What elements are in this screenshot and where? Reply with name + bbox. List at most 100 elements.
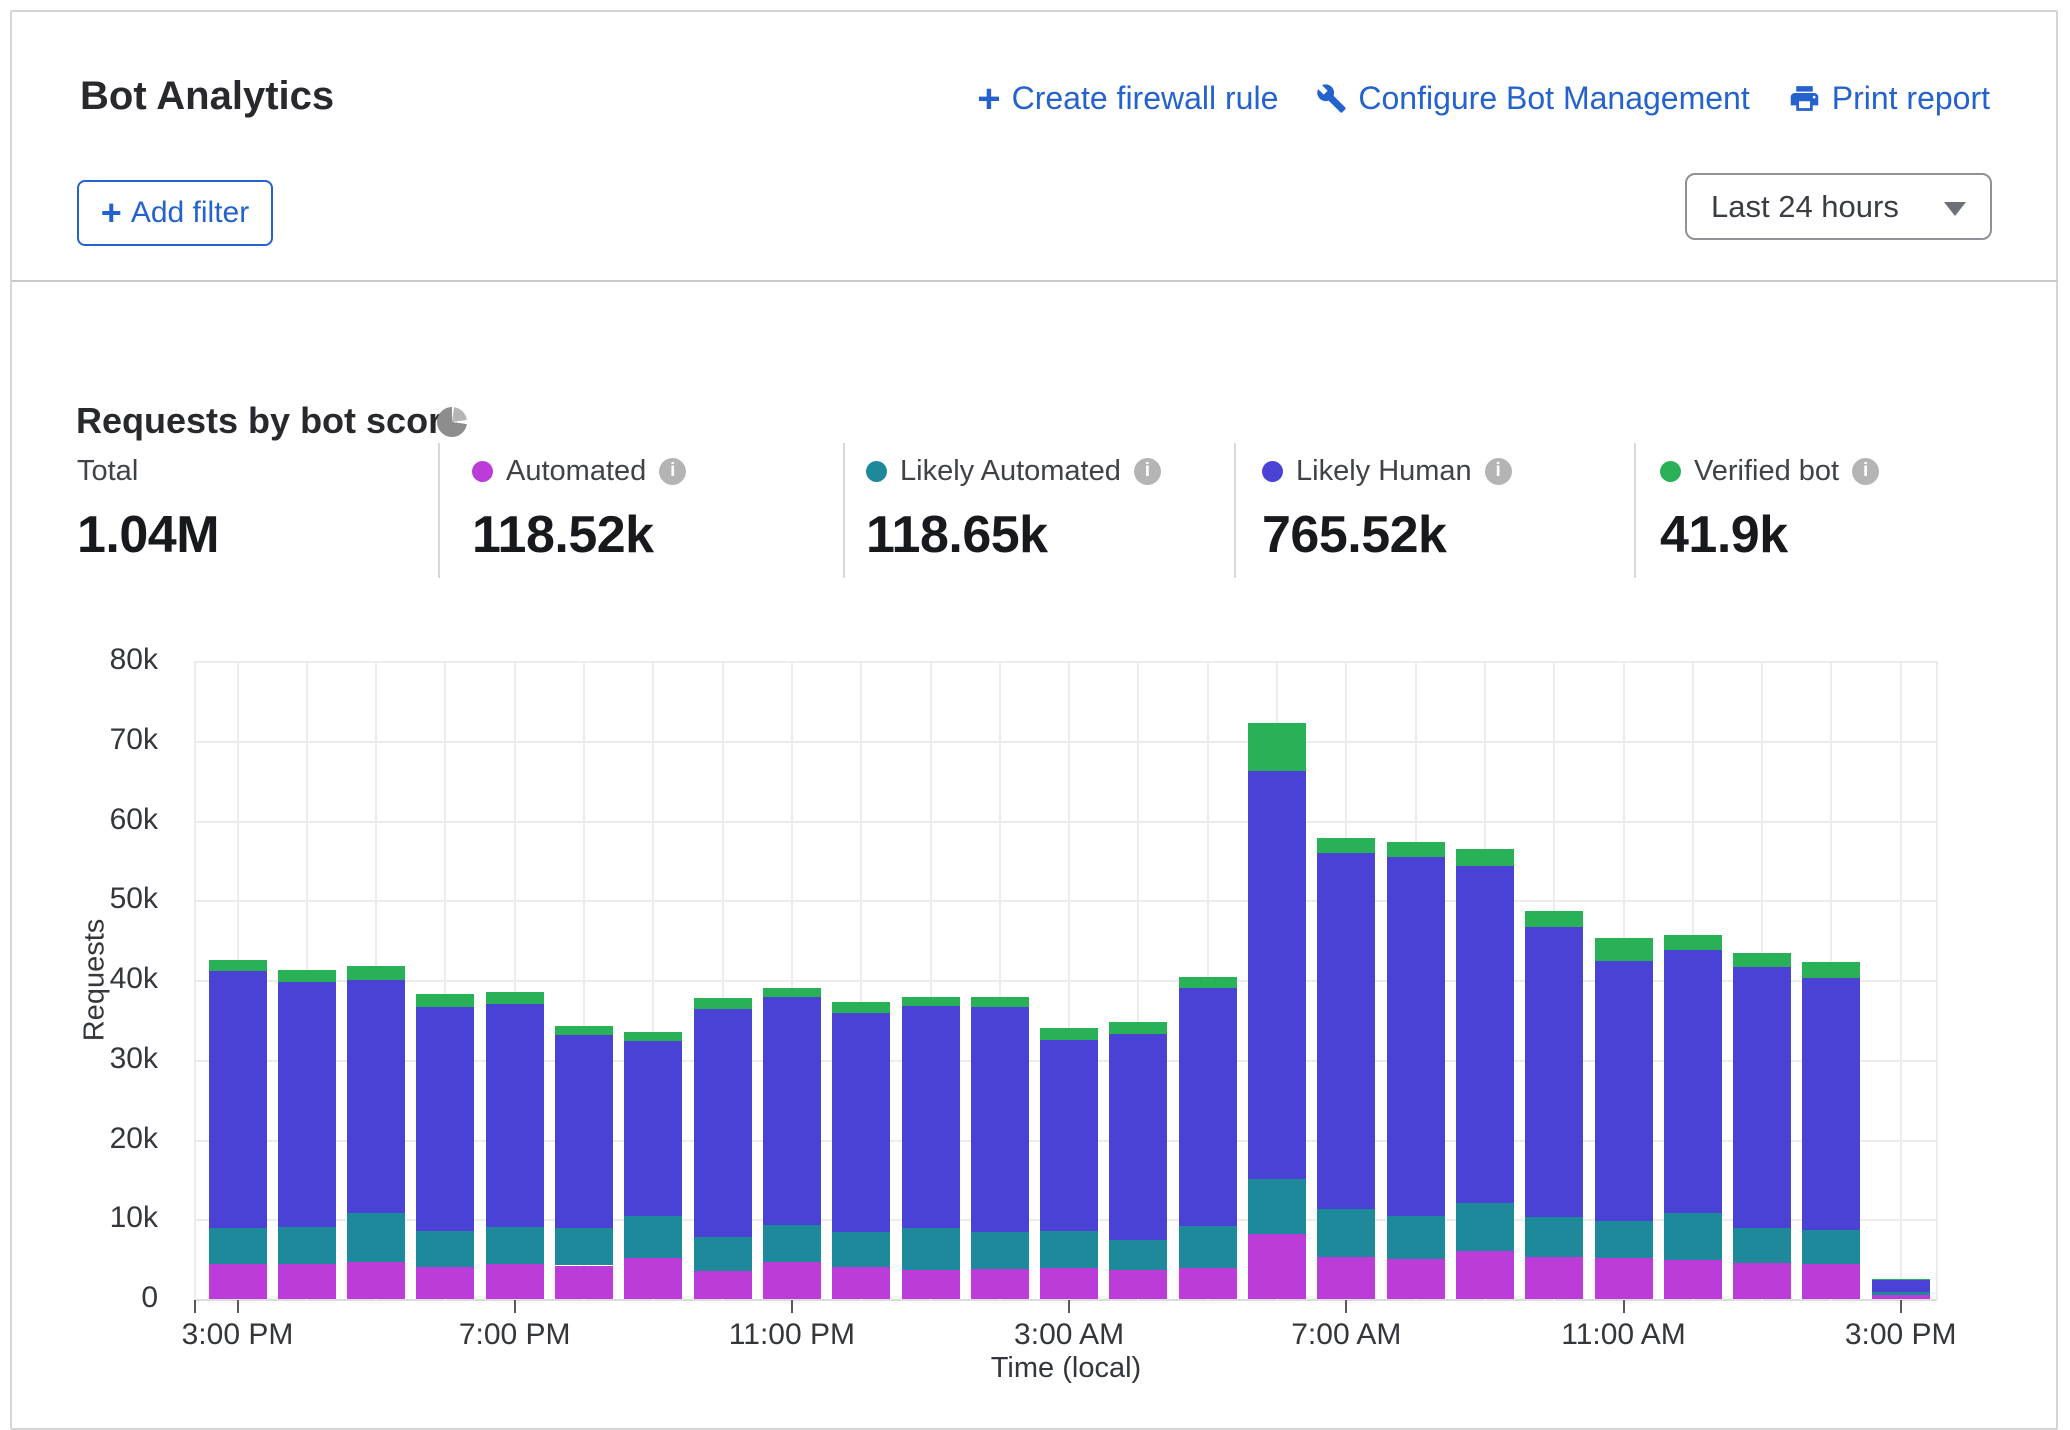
bar-segment[interactable] (1040, 1028, 1098, 1040)
bar-segment[interactable] (1664, 1260, 1722, 1299)
bar-segment[interactable] (763, 1262, 821, 1299)
bar-segment[interactable] (971, 1232, 1029, 1269)
bar-segment[interactable] (902, 997, 960, 1007)
bar-segment[interactable] (1733, 1263, 1791, 1299)
bar-segment[interactable] (1387, 857, 1445, 1216)
bar-segment[interactable] (1595, 1221, 1653, 1258)
bar-segment[interactable] (1664, 1213, 1722, 1260)
bar-segment[interactable] (832, 1013, 890, 1232)
bar-segment[interactable] (1525, 1257, 1583, 1299)
bar-segment[interactable] (1248, 1179, 1306, 1234)
info-icon[interactable]: i (1134, 458, 1161, 485)
bar-segment[interactable] (347, 966, 405, 980)
bar-segment[interactable] (555, 1228, 613, 1265)
bar-segment[interactable] (486, 1227, 544, 1264)
bar-segment[interactable] (694, 1271, 752, 1299)
bar-segment[interactable] (1109, 1240, 1167, 1270)
bar-segment[interactable] (416, 1007, 474, 1231)
bar-segment[interactable] (902, 1228, 960, 1270)
bar-segment[interactable] (486, 1264, 544, 1299)
bar-segment[interactable] (1179, 1226, 1237, 1268)
bar-segment[interactable] (694, 1009, 752, 1237)
bar-segment[interactable] (624, 1032, 682, 1041)
bar-segment[interactable] (1802, 962, 1860, 978)
bar-segment[interactable] (278, 1227, 336, 1263)
bar-segment[interactable] (347, 980, 405, 1213)
bar-segment[interactable] (486, 992, 544, 1004)
create-firewall-rule-link[interactable]: + Create firewall rule (977, 80, 1278, 117)
bar-segment[interactable] (1317, 838, 1375, 853)
bar-segment[interactable] (1317, 1209, 1375, 1257)
info-icon[interactable]: i (1485, 458, 1512, 485)
bar-segment[interactable] (1109, 1034, 1167, 1240)
bar-segment[interactable] (555, 1266, 613, 1299)
bar-segment[interactable] (1872, 1280, 1930, 1292)
bar-segment[interactable] (902, 1006, 960, 1228)
bar-segment[interactable] (486, 1004, 544, 1227)
bar-segment[interactable] (1248, 771, 1306, 1179)
bar-segment[interactable] (624, 1041, 682, 1216)
bar-segment[interactable] (1109, 1270, 1167, 1299)
bar-segment[interactable] (1179, 1268, 1237, 1299)
bar-segment[interactable] (1595, 961, 1653, 1221)
bar-segment[interactable] (832, 1232, 890, 1267)
bar-segment[interactable] (1872, 1295, 1930, 1299)
info-icon[interactable]: i (1852, 458, 1879, 485)
bar-segment[interactable] (416, 1267, 474, 1299)
bar-segment[interactable] (624, 1216, 682, 1257)
bar-segment[interactable] (1733, 1228, 1791, 1263)
bar-segment[interactable] (1456, 849, 1514, 866)
time-range-dropdown[interactable]: Last 24 hours (1685, 173, 1992, 240)
bar-segment[interactable] (209, 1228, 267, 1264)
bar-segment[interactable] (1248, 723, 1306, 771)
bar-segment[interactable] (209, 1264, 267, 1299)
bar-segment[interactable] (763, 997, 821, 1225)
bar-segment[interactable] (1317, 1257, 1375, 1299)
bar-segment[interactable] (971, 1007, 1029, 1232)
bar-segment[interactable] (1802, 1230, 1860, 1263)
bar-segment[interactable] (1109, 1022, 1167, 1034)
bar-segment[interactable] (1456, 1251, 1514, 1299)
bar-segment[interactable] (1595, 938, 1653, 961)
bar-segment[interactable] (1872, 1279, 1930, 1280)
bar-segment[interactable] (209, 971, 267, 1228)
bar-segment[interactable] (1387, 842, 1445, 857)
bar-segment[interactable] (1525, 1217, 1583, 1257)
bar-segment[interactable] (1664, 950, 1722, 1213)
bar-segment[interactable] (1179, 988, 1237, 1226)
bar-segment[interactable] (1872, 1292, 1930, 1295)
bar-segment[interactable] (278, 970, 336, 983)
bar-segment[interactable] (1664, 935, 1722, 949)
bar-segment[interactable] (1387, 1259, 1445, 1299)
bar-segment[interactable] (832, 1267, 890, 1299)
print-report-link[interactable]: Print report (1788, 80, 1990, 117)
bar-segment[interactable] (209, 960, 267, 971)
info-icon[interactable]: i (659, 458, 686, 485)
bar-segment[interactable] (1387, 1216, 1445, 1259)
bar-segment[interactable] (1040, 1268, 1098, 1299)
bar-segment[interactable] (1040, 1040, 1098, 1231)
bar-segment[interactable] (694, 998, 752, 1008)
bar-segment[interactable] (416, 1231, 474, 1267)
bar-segment[interactable] (347, 1262, 405, 1299)
bar-segment[interactable] (971, 1269, 1029, 1299)
bar-segment[interactable] (624, 1258, 682, 1299)
bar-segment[interactable] (1040, 1231, 1098, 1268)
bar-segment[interactable] (555, 1026, 613, 1035)
bar-segment[interactable] (832, 1002, 890, 1013)
bar-segment[interactable] (1525, 927, 1583, 1217)
bar-segment[interactable] (1802, 1264, 1860, 1299)
bar-segment[interactable] (971, 997, 1029, 1007)
bar-segment[interactable] (416, 994, 474, 1008)
bar-segment[interactable] (763, 1225, 821, 1262)
bar-segment[interactable] (1595, 1258, 1653, 1299)
bar-segment[interactable] (1525, 911, 1583, 926)
bar-segment[interactable] (1733, 967, 1791, 1228)
bar-segment[interactable] (555, 1035, 613, 1228)
bar-segment[interactable] (1248, 1234, 1306, 1299)
bar-segment[interactable] (763, 988, 821, 997)
bar-segment[interactable] (1179, 977, 1237, 988)
bar-segment[interactable] (1317, 853, 1375, 1209)
bar-segment[interactable] (1456, 866, 1514, 1203)
bar-segment[interactable] (902, 1270, 960, 1299)
